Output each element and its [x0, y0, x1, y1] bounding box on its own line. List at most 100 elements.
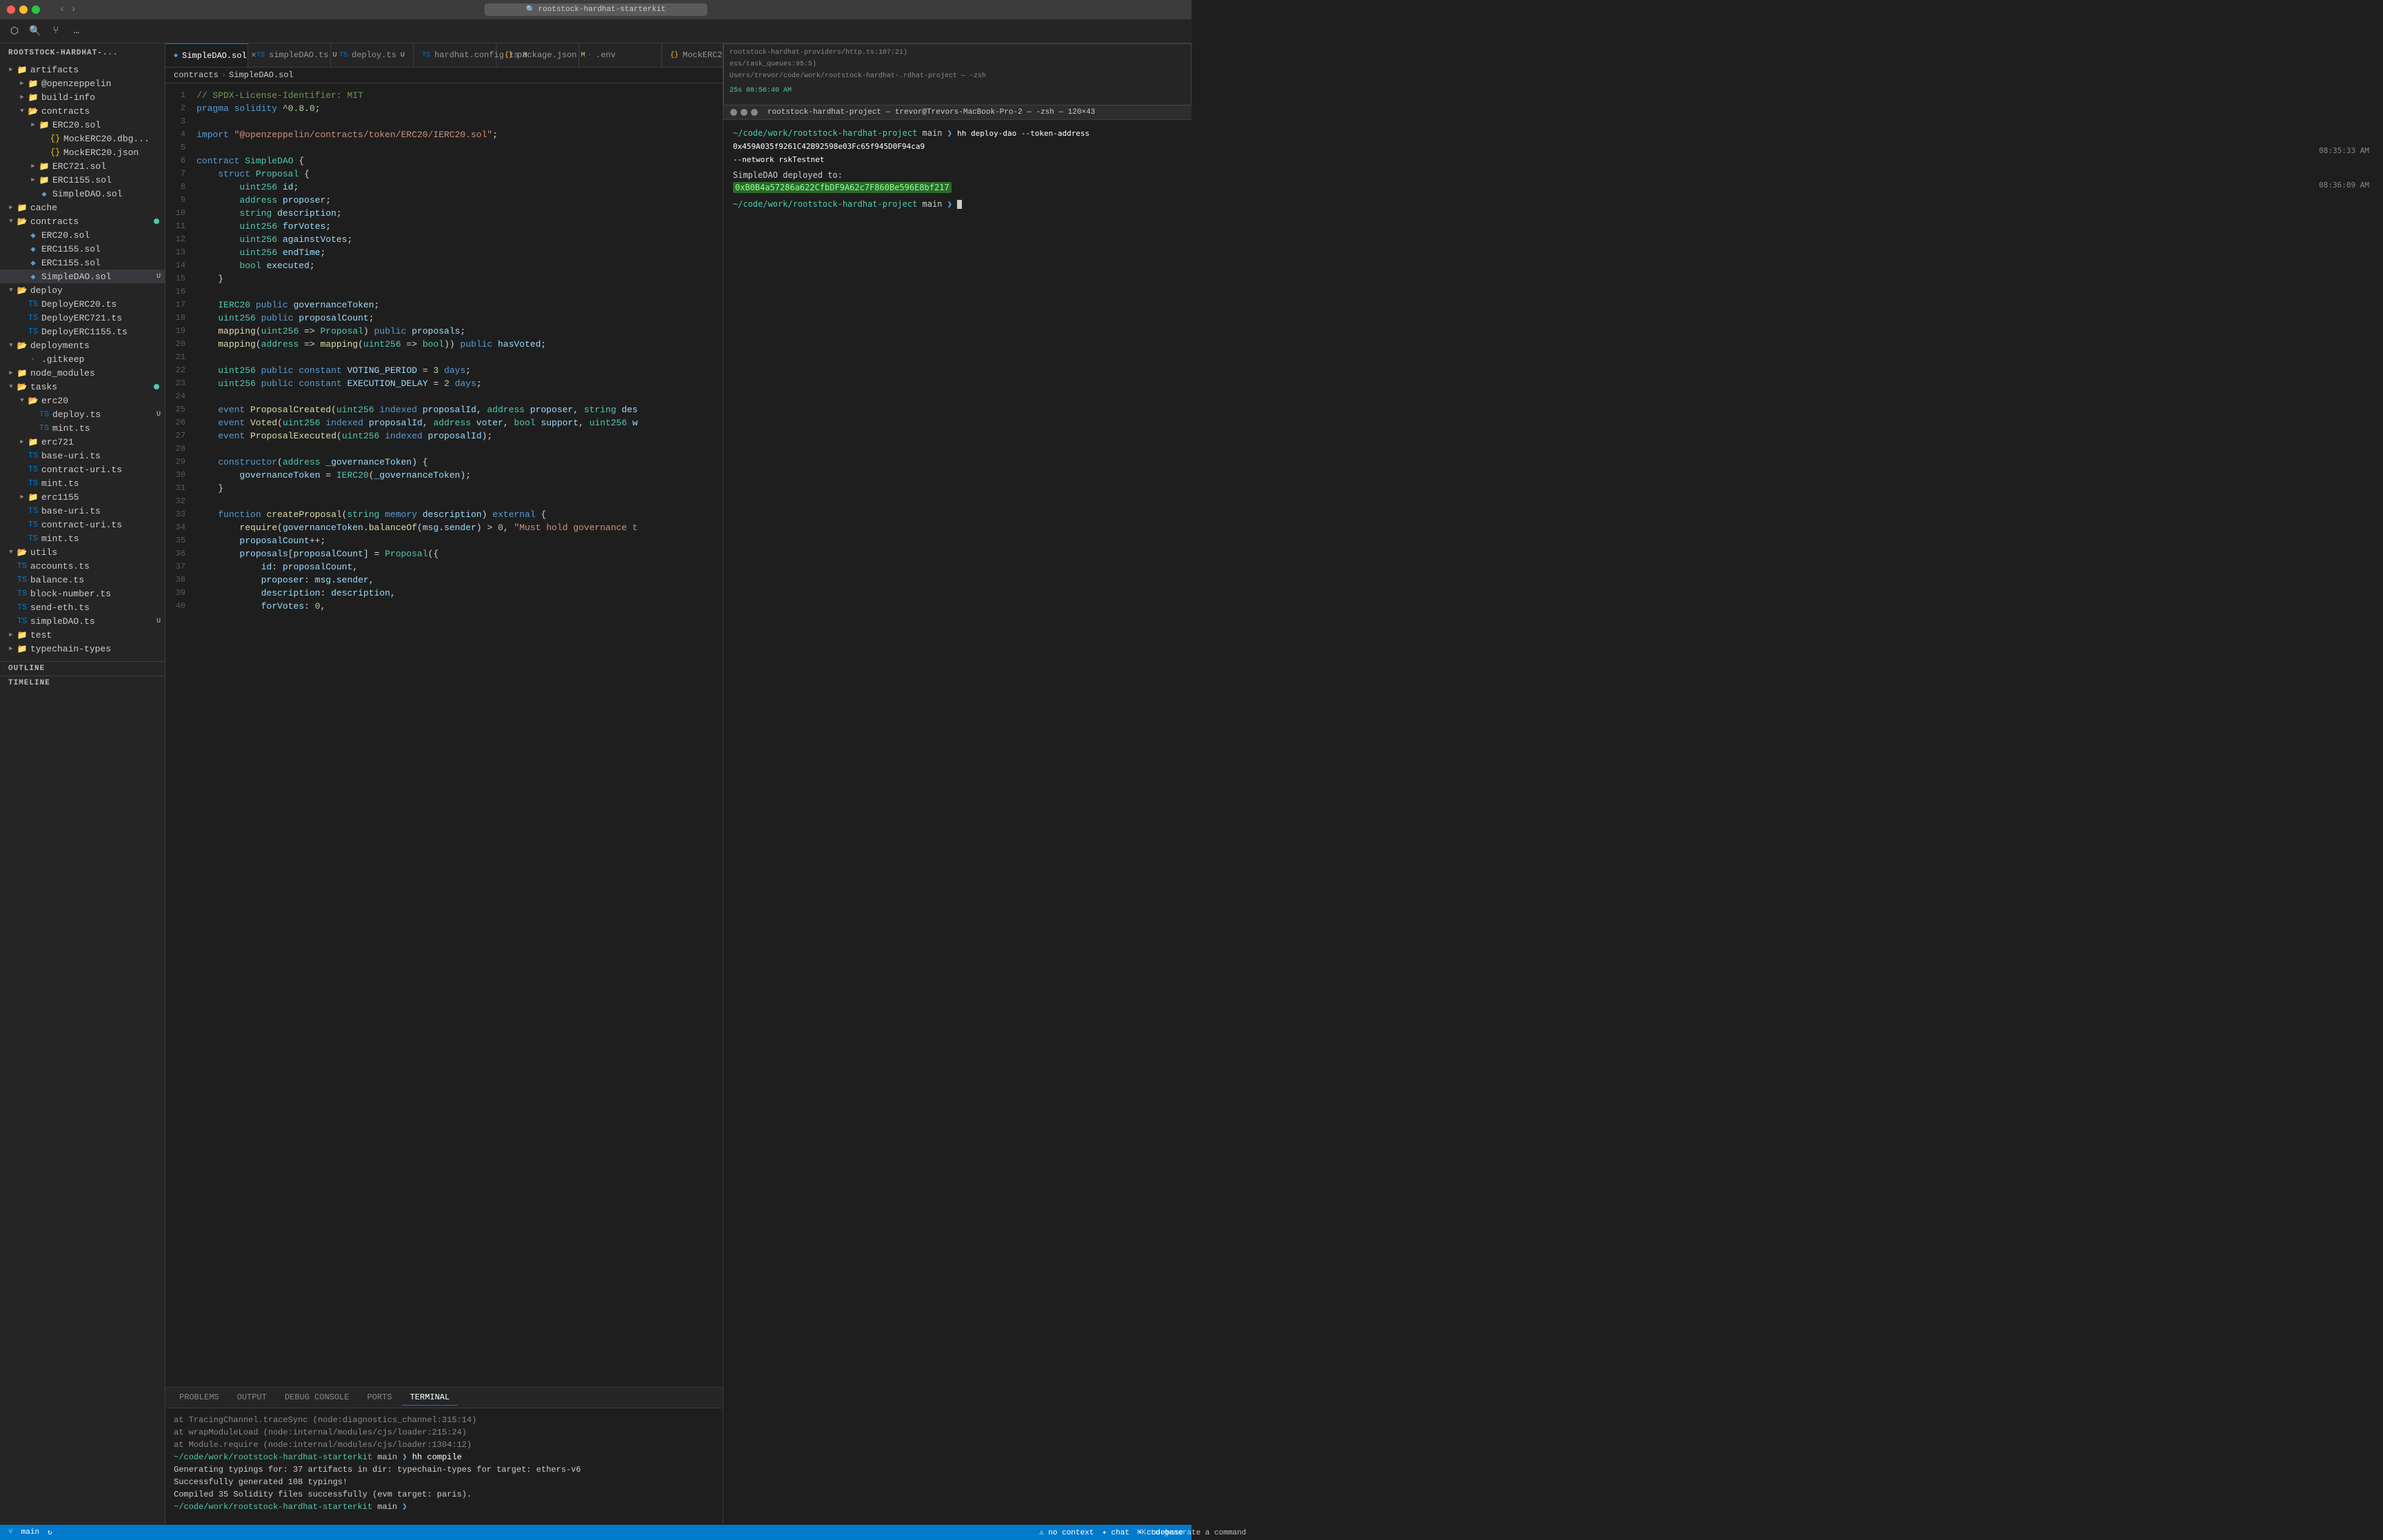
expand-arrow: ▼ — [6, 216, 17, 227]
tab-simpledao-ts[interactable]: TS simpleDAO.ts U — [248, 43, 331, 68]
maximize-button[interactable] — [32, 6, 40, 14]
sidebar-item-deployerc1155[interactable]: ▶ TS DeployERC1155.ts — [0, 325, 165, 338]
breadcrumb-file: SimpleDAO.sol — [229, 70, 294, 80]
outline-section[interactable]: OUTLINE — [0, 661, 165, 676]
expand-arrow: ▼ — [17, 395, 28, 406]
code-line: 18 uint256 public proposalCount; — [165, 312, 723, 325]
sidebar-item-erc1155[interactable]: ▶ 📁 ERC1155.sol — [0, 173, 165, 187]
sidebar-item-simpledao-src[interactable]: ▶ ◆ SimpleDAO.sol U — [0, 270, 165, 283]
sidebar-item-typechain[interactable]: ▶ 📁 typechain-types — [0, 642, 165, 656]
folder-icon: 📁 — [39, 174, 50, 185]
sidebar-item-deployerc721[interactable]: ▶ TS DeployERC721.ts — [0, 311, 165, 325]
modified-indicator: U — [157, 618, 161, 625]
tab-deploy-ts[interactable]: TS deploy.ts U — [331, 43, 414, 68]
ts-file-icon: TS — [28, 450, 39, 461]
sidebar-item-simpledao-artifact[interactable]: ▶ ◆ SimpleDAO.sol — [0, 187, 165, 201]
source-control-icon[interactable]: ⑂ — [47, 22, 65, 40]
right-tl3[interactable] — [751, 109, 758, 116]
timeline-section[interactable]: TIMELINE — [0, 676, 165, 690]
explorer-icon[interactable]: ⬡ — [6, 22, 23, 40]
sidebar-item-erc721-contracturi[interactable]: TS contract-uri.ts — [0, 463, 165, 476]
tab-ports[interactable]: PORTS — [359, 1390, 400, 1406]
sidebar-item-mockerc20-json[interactable]: ▶ {} MockERC20.json — [0, 145, 165, 159]
sidebar-item-simpledao-ts[interactable]: TS simpleDAO.ts U — [0, 614, 165, 628]
json-tab-icon: {} — [670, 52, 678, 59]
sidebar-item-erc20-src[interactable]: ▶ ◆ ERC20.sol — [0, 228, 165, 242]
sidebar-item-erc721-tasks[interactable]: ▶ 📁 erc721 — [0, 435, 165, 449]
right-tl2[interactable] — [741, 109, 747, 116]
sidebar-item-erc1155-tasks[interactable]: ▶ 📁 erc1155 — [0, 490, 165, 504]
sidebar-item-erc1155-contracturi[interactable]: TS contract-uri.ts — [0, 518, 165, 531]
terminal-line: ~/code/work/rootstock-hardhat-starterkit… — [174, 1501, 714, 1513]
sidebar-item-utils[interactable]: ▼ 📂 utils — [0, 545, 165, 559]
code-editor[interactable]: 1 // SPDX-License-Identifier: MIT 2 prag… — [165, 83, 723, 1387]
right-tl1[interactable] — [730, 109, 737, 116]
bottom-panels: PROBLEMS OUTPUT DEBUG CONSOLE PORTS TERM… — [165, 1387, 723, 1525]
sidebar-item-contracts-src[interactable]: ▼ 📂 contracts — [0, 214, 165, 228]
sidebar-item-deployerc20[interactable]: ▶ TS DeployERC20.ts — [0, 297, 165, 311]
sidebar-item-label: MockERC20.json — [63, 148, 165, 158]
terminal-prompt: ❯ — [402, 1502, 407, 1512]
code-line: 14 bool executed; — [165, 259, 723, 272]
tab-simpledao-sol[interactable]: ◆ SimpleDAO.sol × — [165, 43, 248, 68]
minimize-button[interactable] — [19, 6, 28, 14]
sidebar-item-erc1155-baseuri[interactable]: TS base-uri.ts — [0, 504, 165, 518]
sidebar-item-sendeth[interactable]: TS send-eth.ts — [0, 600, 165, 614]
ts-file-icon: TS — [28, 505, 39, 516]
code-line: 23 uint256 public constant EXECUTION_DEL… — [165, 377, 723, 390]
sidebar-item-erc721[interactable]: ▶ 📁 ERC721.sol — [0, 159, 165, 173]
sidebar-item-erc20-tasks[interactable]: ▼ 📂 erc20 — [0, 394, 165, 407]
sidebar-item-label: MockERC20.dbg... — [63, 134, 165, 144]
sidebar-item-deploy[interactable]: ▼ 📂 deploy — [0, 283, 165, 297]
sidebar-item-erc721-baseuri[interactable]: TS base-uri.ts — [0, 449, 165, 463]
sidebar-item-test[interactable]: ▶ 📁 test — [0, 628, 165, 642]
sidebar-item-deployments[interactable]: ▼ 📂 deployments — [0, 338, 165, 352]
sidebar-item-contracts-artifacts[interactable]: ▼ 📂 contracts — [0, 104, 165, 118]
tab-problems[interactable]: PROBLEMS — [171, 1390, 228, 1406]
sidebar-item-erc20-mint[interactable]: ▶ TS mint.ts — [0, 421, 165, 435]
sidebar-item-erc1155-src[interactable]: ▶ ◆ ERC1155.sol — [0, 256, 165, 270]
tab-mockerc20-json[interactable]: {} MockERC20.json — [662, 43, 723, 68]
json-file-icon: {} — [50, 133, 61, 144]
sidebar-item-erc721-src[interactable]: ▶ ◆ ERC1155.sol — [0, 242, 165, 256]
terminal-line: at TracingChannel.traceSync (node:diagno… — [174, 1414, 714, 1426]
sidebar-item-tasks[interactable]: ▼ 📂 tasks — [0, 380, 165, 394]
sidebar-item-cache[interactable]: ▶ 📁 cache — [0, 201, 165, 214]
sidebar-item-erc1155-mint[interactable]: TS mint.ts — [0, 531, 165, 545]
expand-arrow: ▼ — [6, 547, 17, 558]
sidebar-item-erc20-deploy[interactable]: ▶ TS deploy.ts U — [0, 407, 165, 421]
tab-terminal[interactable]: TERMINAL — [401, 1390, 458, 1406]
tab-package-json[interactable]: {} package.json M — [496, 43, 579, 68]
close-button[interactable] — [7, 6, 15, 14]
search-bar[interactable]: 🔍 rootstock-hardhat-starterkit — [485, 3, 707, 16]
ts-file-icon: TS — [28, 298, 39, 310]
sidebar-item-mockerc20-dbg[interactable]: ▶ {} MockERC20.dbg... — [0, 132, 165, 145]
tab-env[interactable]: · .env — [579, 43, 662, 68]
sidebar-item-gitkeep[interactable]: ▶ · .gitkeep — [0, 352, 165, 366]
right-terminal-panel: rootstock-hardhat-providers/http.ts:107:… — [723, 43, 1192, 1525]
search-icon[interactable]: 🔍 — [26, 22, 44, 40]
more-icon[interactable]: … — [68, 22, 86, 40]
sidebar-item-node-modules[interactable]: ▶ 📁 node_modules — [0, 366, 165, 380]
sidebar-item-accounts[interactable]: TS accounts.ts — [0, 559, 165, 573]
back-button[interactable]: ‹ — [59, 4, 65, 15]
sidebar-item-openzeppelin[interactable]: ▶ 📁 @openzeppelin — [0, 77, 165, 90]
sidebar-item-erc721-mint[interactable]: TS mint.ts — [0, 476, 165, 490]
folder-icon: 📁 — [28, 78, 39, 89]
no-context-status: ⚠ no context — [1039, 1528, 1094, 1537]
sidebar-item-blocknumber[interactable]: TS block-number.ts — [0, 587, 165, 600]
code-line: 39 description: description, — [165, 587, 723, 600]
sidebar-item-balance[interactable]: TS balance.ts — [0, 573, 165, 587]
ts-file-icon: TS — [17, 616, 28, 627]
sidebar-item-erc20-sol[interactable]: ▶ 📁 ERC20.sol — [0, 118, 165, 132]
tab-output[interactable]: OUTPUT — [229, 1390, 275, 1406]
sidebar-item-build-info[interactable]: ▶ 📁 build-info — [0, 90, 165, 104]
code-line: 5 — [165, 141, 723, 154]
code-line: 34 require(governanceToken.balanceOf(msg… — [165, 521, 723, 534]
tab-debug-console[interactable]: DEBUG CONSOLE — [276, 1390, 358, 1406]
status-bar: ⑂ main ↻ ⌘K to generate a command ⚠ no c… — [0, 1525, 1192, 1540]
tab-hardhat-config[interactable]: TS hardhat.config.ts M — [414, 43, 496, 68]
forward-button[interactable]: › — [70, 4, 76, 15]
sidebar-item-label: ERC1155.sol — [52, 175, 165, 185]
sidebar-item-artifacts[interactable]: ▶ 📁 artifacts — [0, 63, 165, 77]
